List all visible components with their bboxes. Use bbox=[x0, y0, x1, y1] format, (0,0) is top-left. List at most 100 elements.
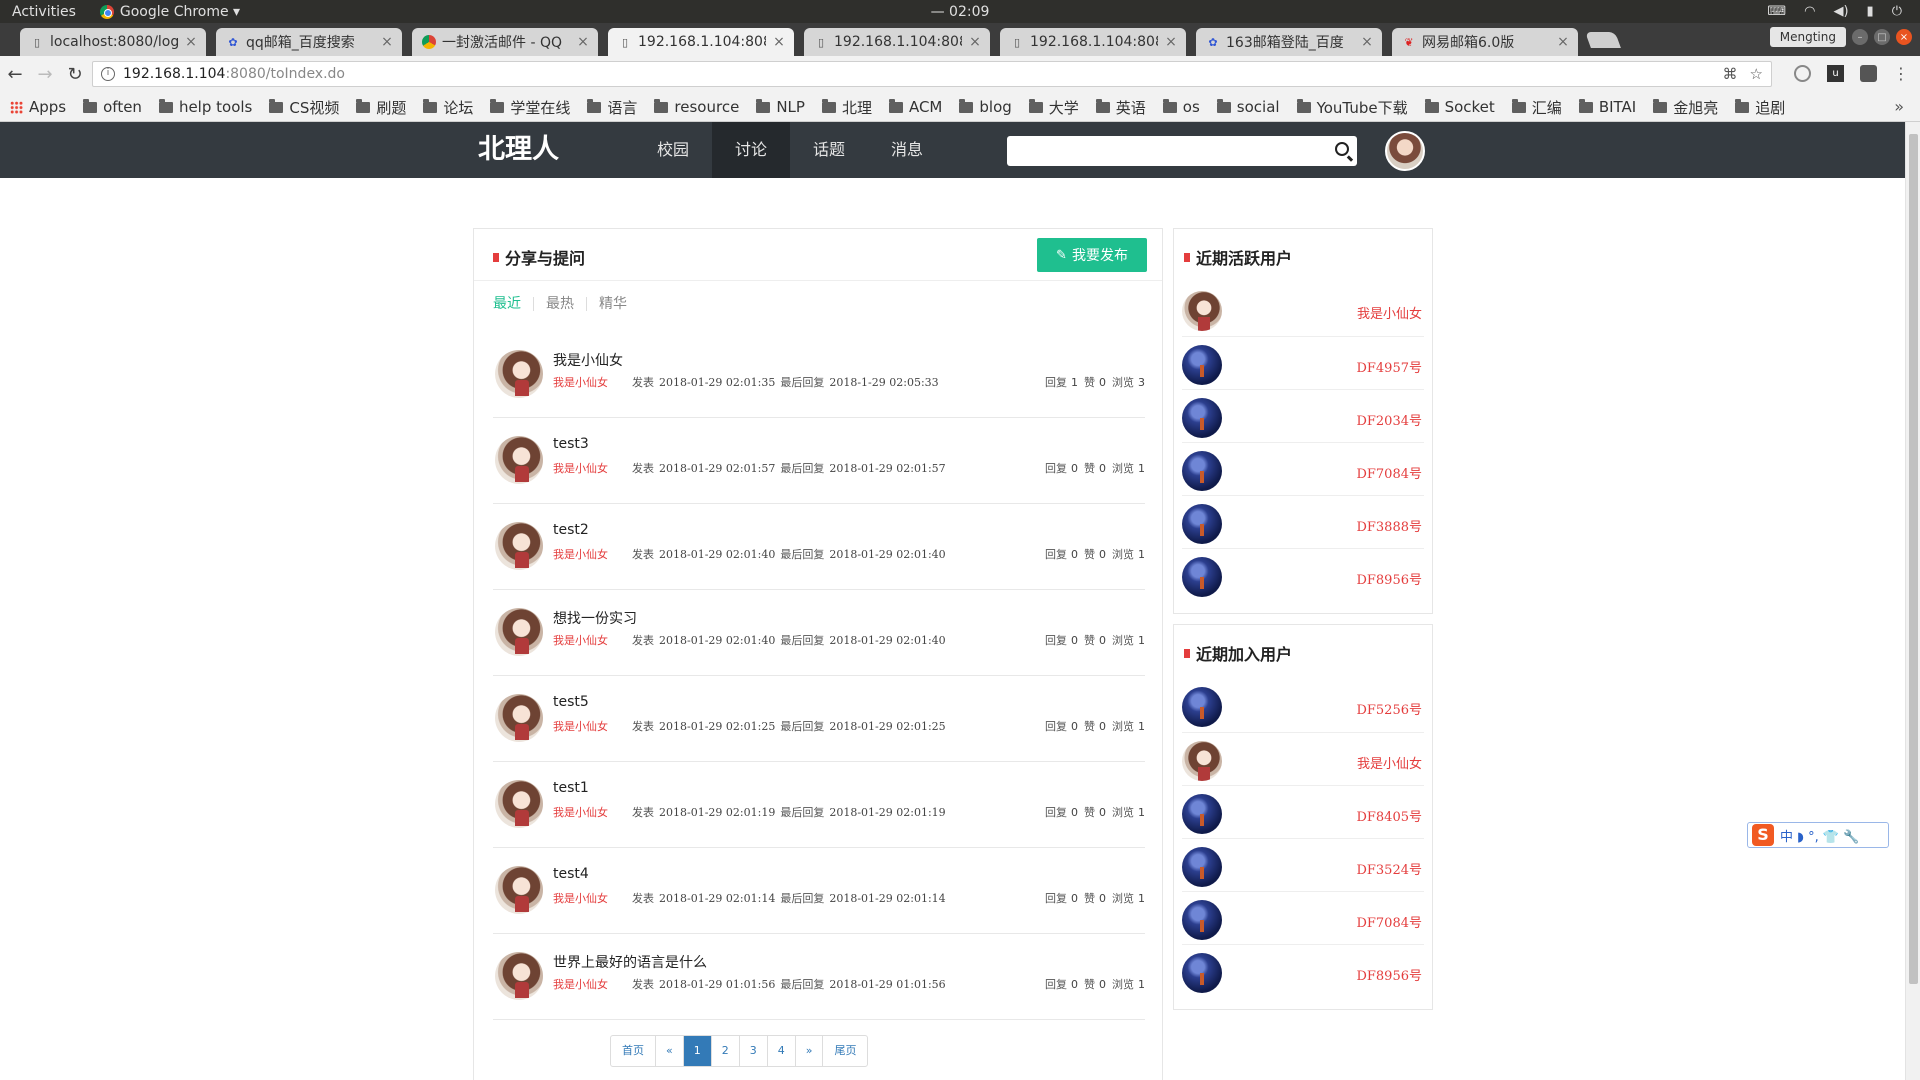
topic-title[interactable]: 想找一份实习 bbox=[553, 608, 637, 628]
profile-chip[interactable]: Mengting bbox=[1769, 27, 1846, 47]
maximize-icon[interactable]: □ bbox=[1874, 29, 1890, 45]
system-tray[interactable]: ⌨ ◠ ◀) ▮ ⏻ bbox=[1767, 0, 1902, 23]
nav-item[interactable]: 讨论 bbox=[712, 122, 790, 178]
extension-u-icon[interactable]: u bbox=[1827, 65, 1844, 82]
volume-icon[interactable]: ◀) bbox=[1833, 4, 1848, 19]
site-search-input[interactable] bbox=[1007, 136, 1357, 166]
ime-toolbar[interactable]: S 中 ◗ °, 👕 🔧 bbox=[1747, 822, 1889, 848]
bookmark-folder[interactable]: 学堂在线 bbox=[490, 97, 570, 118]
bookmark-folder[interactable]: BITAI bbox=[1578, 98, 1636, 116]
bookmark-folder[interactable]: CS视频 bbox=[269, 97, 339, 118]
page-link[interactable]: 1 bbox=[682, 1036, 711, 1066]
bookmark-folder[interactable]: NLP bbox=[756, 98, 805, 116]
user-avatar[interactable] bbox=[1182, 291, 1222, 331]
user-row[interactable]: DF2034号 bbox=[1182, 389, 1424, 442]
user-name[interactable]: DF8956号 bbox=[1356, 569, 1422, 588]
topic-author[interactable]: 我是小仙女 bbox=[553, 978, 608, 991]
page-link[interactable]: 首页 bbox=[611, 1036, 655, 1066]
activities-button[interactable]: Activities bbox=[0, 4, 88, 20]
user-name[interactable]: DF5256号 bbox=[1356, 699, 1422, 718]
topic-title[interactable]: test3 bbox=[553, 436, 589, 452]
page-link[interactable]: 2 bbox=[710, 1036, 739, 1066]
keyboard-icon[interactable]: ⌨ bbox=[1767, 4, 1786, 19]
user-avatar[interactable] bbox=[1182, 345, 1222, 385]
user-row[interactable]: DF4957号 bbox=[1182, 336, 1424, 389]
bookmark-folder[interactable]: often bbox=[83, 98, 142, 116]
translate-icon[interactable]: ⌘ bbox=[1723, 65, 1738, 83]
page-scrollbar[interactable] bbox=[1905, 122, 1920, 1080]
bookmark-folder[interactable]: 语言 bbox=[587, 97, 637, 118]
extension-shield-icon[interactable] bbox=[1860, 65, 1877, 82]
browser-tab[interactable]: ▯ localhost:8080/log × bbox=[20, 28, 206, 56]
topic-author[interactable]: 我是小仙女 bbox=[553, 376, 608, 389]
user-name[interactable]: 我是小仙女 bbox=[1357, 303, 1422, 322]
bookmark-folder[interactable]: 追剧 bbox=[1735, 97, 1785, 118]
bookmark-folder[interactable]: 北理 bbox=[821, 97, 872, 118]
bookmark-folder[interactable]: 汇编 bbox=[1511, 97, 1562, 118]
scrollbar-thumb[interactable] bbox=[1909, 134, 1918, 984]
topic-title[interactable]: test5 bbox=[553, 694, 589, 710]
user-avatar[interactable] bbox=[1182, 900, 1222, 940]
tab-close-icon[interactable]: × bbox=[184, 34, 198, 50]
site-logo[interactable]: 北理人 bbox=[478, 122, 559, 178]
bookmark-folder[interactable]: blog bbox=[959, 98, 1012, 116]
page-link[interactable]: 4 bbox=[766, 1036, 795, 1066]
bookmark-folder[interactable]: os bbox=[1162, 98, 1200, 116]
topic-author[interactable]: 我是小仙女 bbox=[553, 548, 608, 561]
tab-close-icon[interactable]: × bbox=[380, 34, 394, 50]
topic-title[interactable]: test4 bbox=[553, 866, 589, 882]
app-menu[interactable]: Google Chrome ▾ bbox=[88, 4, 240, 20]
user-name[interactable]: DF3524号 bbox=[1356, 859, 1422, 878]
user-row[interactable]: DF7084号 bbox=[1182, 891, 1424, 944]
bookmark-folder[interactable]: 金旭亮 bbox=[1653, 97, 1718, 118]
topic-title[interactable]: test1 bbox=[553, 780, 589, 796]
user-row[interactable]: 我是小仙女 bbox=[1182, 732, 1424, 785]
topic-author-avatar[interactable] bbox=[495, 608, 543, 656]
user-name[interactable]: 我是小仙女 bbox=[1357, 753, 1422, 772]
topic-title[interactable]: test2 bbox=[553, 522, 589, 538]
browser-tab[interactable]: ▯ 192.168.1.104:8080 × bbox=[1000, 28, 1186, 56]
user-row[interactable]: DF8956号 bbox=[1182, 944, 1424, 997]
filter-tab[interactable]: 精华 bbox=[586, 297, 639, 311]
bookmark-star-icon[interactable]: ☆ bbox=[1750, 65, 1763, 83]
nav-item[interactable]: 校园 bbox=[634, 122, 712, 178]
user-name[interactable]: DF8956号 bbox=[1356, 965, 1422, 984]
new-post-button[interactable]: ✎ 我要发布 bbox=[1037, 238, 1147, 272]
browser-tab[interactable]: ✿ 163邮箱登陆_百度 × bbox=[1196, 28, 1382, 56]
power-icon[interactable]: ⏻ bbox=[1892, 4, 1902, 19]
topic-author-avatar[interactable] bbox=[495, 866, 543, 914]
bookmark-folder[interactable]: YouTube下载 bbox=[1296, 97, 1408, 118]
user-avatar[interactable] bbox=[1182, 847, 1222, 887]
topic-author-avatar[interactable] bbox=[495, 522, 543, 570]
topic-author-avatar[interactable] bbox=[495, 780, 543, 828]
user-name[interactable]: DF4957号 bbox=[1356, 357, 1422, 376]
nav-item[interactable]: 话题 bbox=[790, 122, 868, 178]
topic-title[interactable]: 我是小仙女 bbox=[553, 350, 623, 370]
user-avatar[interactable] bbox=[1182, 398, 1222, 438]
topic-author-avatar[interactable] bbox=[495, 952, 543, 1000]
page-link[interactable]: 尾页 bbox=[822, 1036, 867, 1066]
page-link[interactable]: « bbox=[655, 1036, 683, 1066]
browser-tab[interactable]: 一封激活邮件 - QQ × bbox=[412, 28, 598, 56]
topic-author-avatar[interactable] bbox=[495, 350, 543, 398]
user-avatar[interactable] bbox=[1385, 131, 1425, 171]
browser-tab[interactable]: ❦ 网易邮箱6.0版 × bbox=[1392, 28, 1578, 56]
user-row[interactable]: DF3524号 bbox=[1182, 838, 1424, 891]
topic-author-avatar[interactable] bbox=[495, 694, 543, 742]
user-row[interactable]: DF7084号 bbox=[1182, 442, 1424, 495]
topic-author[interactable]: 我是小仙女 bbox=[553, 892, 608, 905]
bookmark-folder[interactable]: Socket bbox=[1424, 98, 1495, 116]
battery-icon[interactable]: ▮ bbox=[1867, 4, 1874, 19]
user-row[interactable]: DF8956号 bbox=[1182, 548, 1424, 601]
bookmarks-overflow-icon[interactable]: » bbox=[1894, 97, 1904, 116]
bookmark-folder[interactable]: ACM bbox=[888, 98, 942, 116]
tab-close-icon[interactable]: × bbox=[1556, 34, 1570, 50]
bookmark-folder[interactable]: help tools bbox=[158, 98, 252, 116]
forward-icon[interactable]: → bbox=[30, 64, 60, 85]
minimize-icon[interactable]: – bbox=[1852, 29, 1868, 45]
search-icon[interactable] bbox=[1335, 142, 1349, 156]
tab-close-icon[interactable]: × bbox=[1164, 34, 1178, 50]
user-avatar[interactable] bbox=[1182, 741, 1222, 781]
sogou-icon[interactable]: S bbox=[1752, 824, 1774, 846]
ime-status[interactable]: 中 ◗ °, 👕 🔧 bbox=[1780, 826, 1859, 845]
